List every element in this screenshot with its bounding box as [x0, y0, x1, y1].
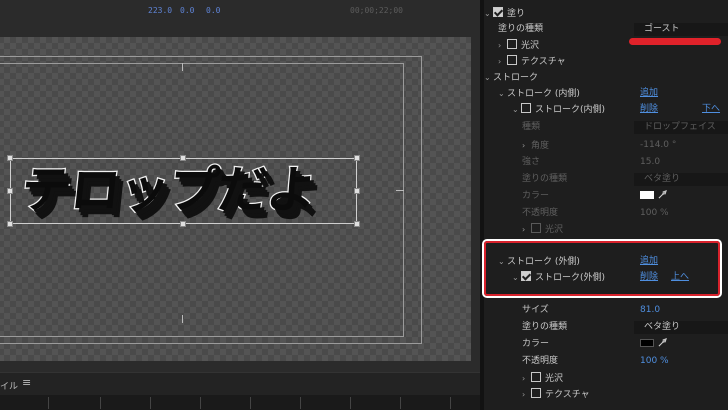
panel-tab-label[interactable]: イル: [0, 379, 18, 392]
outer-gloss-label: 光沢: [545, 374, 564, 384]
resize-handle[interactable]: [180, 155, 186, 161]
chevron-right-icon[interactable]: ›: [522, 223, 531, 236]
inner-opacity-value[interactable]: 100 %: [640, 207, 669, 220]
highlight-underline: [629, 38, 721, 45]
fill-checkbox[interactable]: [493, 7, 503, 17]
type-dropdown[interactable]: ドロップフェイス: [634, 121, 728, 134]
stroke-header: ストローク: [493, 73, 539, 83]
timeline-ruler[interactable]: [0, 395, 480, 410]
angle-label: 角度: [531, 141, 550, 151]
angle-value[interactable]: -114.0 °: [640, 139, 676, 152]
outer-texture-checkbox[interactable]: [531, 388, 541, 398]
readout-z: 0.0: [206, 6, 221, 15]
strength-value[interactable]: 15.0: [640, 156, 660, 169]
inner-color-label: カラー: [522, 191, 550, 201]
readout-x: 223.0: [148, 6, 173, 15]
inner-color-swatch[interactable]: [640, 191, 654, 199]
timeline-header: イル ≡: [0, 372, 480, 410]
chevron-right-icon[interactable]: ›: [522, 388, 531, 401]
outer-opacity-value[interactable]: 100 %: [640, 355, 669, 368]
resize-handle[interactable]: [354, 188, 360, 194]
eyedropper-icon[interactable]: [658, 190, 667, 199]
texture-label: テクスチャ: [521, 57, 566, 67]
resize-handle[interactable]: [354, 155, 360, 161]
inner-stroke-checkbox[interactable]: [521, 103, 531, 113]
fill-type-value: ゴースト: [644, 24, 680, 34]
outer-fill-type-dropdown[interactable]: ベタ塗り: [634, 321, 728, 334]
outer-color-label: カラー: [522, 339, 550, 349]
outer-color-swatch[interactable]: [640, 339, 654, 347]
resize-handle[interactable]: [180, 221, 186, 227]
eyedropper-icon[interactable]: [658, 338, 667, 347]
strength-label: 強さ: [522, 157, 541, 167]
resize-handle[interactable]: [7, 221, 13, 227]
chevron-right-icon[interactable]: ›: [498, 55, 507, 68]
inner-gloss-label: 光沢: [545, 225, 564, 235]
chevron-down-icon[interactable]: ⌄: [512, 103, 521, 116]
inner-opacity-label: 不透明度: [522, 208, 559, 218]
center-tick-right: [396, 190, 404, 191]
texture-checkbox[interactable]: [507, 55, 517, 65]
timecode: 00;00;22;00: [350, 6, 403, 15]
fill-label: 塗り: [507, 9, 526, 19]
program-monitor[interactable]: 223.0 0.0 0.0 00;00;22;00 テロップだよ: [0, 0, 480, 372]
add-inner-stroke-link[interactable]: 追加: [640, 87, 658, 100]
outer-texture-label: テクスチャ: [545, 390, 590, 400]
inner-gloss-checkbox[interactable]: [531, 223, 541, 233]
fill-type-label: 塗りの種類: [498, 24, 544, 34]
inner-stroke-label: ストローク(内側): [535, 105, 606, 115]
resize-handle[interactable]: [7, 155, 13, 161]
inner-fill-type-value: ベタ塗り: [644, 174, 681, 184]
outer-fill-type-label: 塗りの種類: [522, 322, 568, 332]
resize-handle[interactable]: [7, 188, 13, 194]
telop-text[interactable]: テロップだよ: [17, 150, 320, 222]
inner-fill-type-dropdown[interactable]: ベタ塗り: [634, 173, 728, 186]
type-value: ドロップフェイス: [644, 122, 716, 132]
outer-gloss-checkbox[interactable]: [531, 372, 541, 382]
chevron-right-icon[interactable]: ›: [522, 139, 531, 152]
highlight-box: [484, 241, 720, 296]
outer-fill-type-value: ベタ塗り: [644, 322, 681, 332]
readout-y: 0.0: [180, 6, 195, 15]
move-down-link[interactable]: 下へ: [702, 103, 720, 116]
chevron-down-icon[interactable]: ⌄: [484, 7, 493, 20]
menu-icon[interactable]: ≡: [22, 376, 31, 389]
gloss-checkbox[interactable]: [507, 39, 517, 49]
fill-type-dropdown[interactable]: ゴースト: [634, 23, 728, 36]
center-tick-bottom: [182, 315, 183, 323]
inner-stroke-group-label: ストローク (内側): [507, 89, 580, 99]
delete-inner-stroke-link[interactable]: 削除: [640, 103, 658, 116]
inner-fill-type-label: 塗りの種類: [522, 174, 568, 184]
essential-graphics-panel: ⌄ 塗り 塗りの種類 ゴースト › 光沢 › テクスチャ ⌄ ストローク ⌄ ストローク …: [484, 0, 728, 410]
center-tick-top: [182, 63, 183, 71]
chevron-right-icon[interactable]: ›: [522, 372, 531, 385]
chevron-down-icon[interactable]: ⌄: [484, 71, 493, 84]
size-label: サイズ: [522, 305, 549, 315]
type-label: 種類: [522, 122, 541, 132]
size-value[interactable]: 81.0: [640, 304, 660, 317]
outer-opacity-label: 不透明度: [522, 356, 559, 366]
gloss-label: 光沢: [521, 41, 540, 51]
chevron-right-icon[interactable]: ›: [498, 39, 507, 52]
chevron-down-icon[interactable]: ⌄: [498, 87, 507, 100]
resize-handle[interactable]: [354, 221, 360, 227]
